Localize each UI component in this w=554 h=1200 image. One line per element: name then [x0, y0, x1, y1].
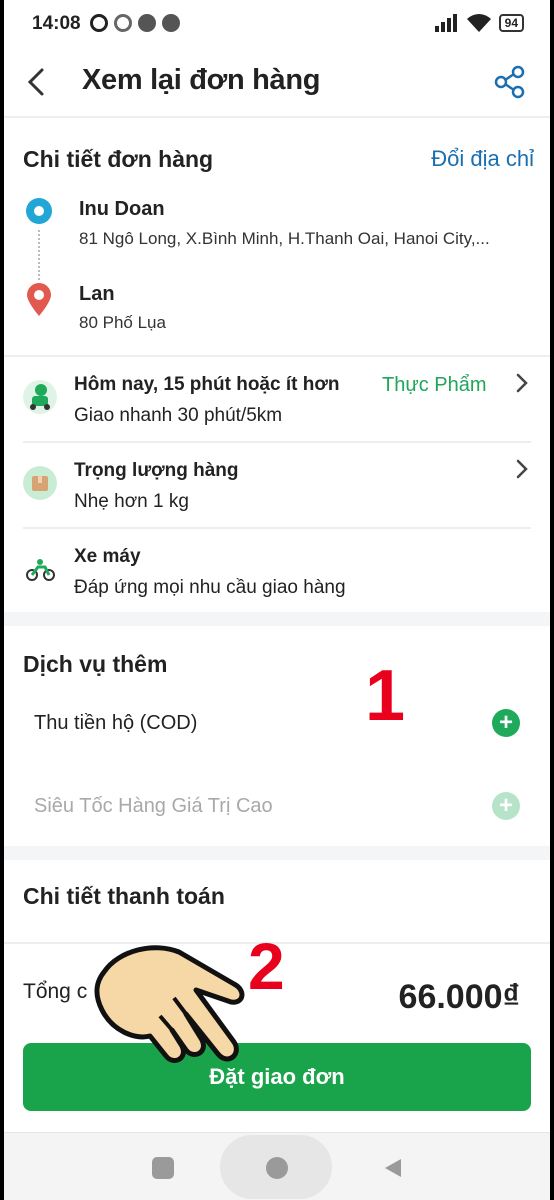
chevron-right-icon	[516, 373, 528, 393]
divider	[23, 441, 531, 443]
cod-service-label: Thu tiền hộ (COD)	[34, 712, 198, 734]
status-time: 14:08	[32, 13, 81, 34]
status-bar: 14:08 94	[4, 0, 550, 50]
pointing-hand-icon	[94, 945, 245, 1063]
back-arrow-icon[interactable]	[20, 62, 56, 102]
dropoff-address: 80 Phố Lụa	[79, 313, 166, 332]
section-separator	[4, 846, 550, 860]
google-icon	[114, 14, 132, 32]
vehicle-title: Xe máy	[74, 546, 141, 567]
chevron-right-icon	[516, 459, 528, 479]
pickup-pin-icon	[26, 198, 52, 224]
total-label: Tổng c	[23, 980, 88, 1003]
divider	[23, 527, 531, 529]
payment-detail-title: Chi tiết thanh toán	[23, 883, 225, 909]
share-icon[interactable]	[492, 64, 528, 100]
dropoff-name: Lan	[79, 283, 115, 305]
pickup-address: 81 Ngô Long, X.Bình Minh, H.Thanh Oai, H…	[79, 229, 490, 248]
add-cod-button[interactable]: +	[492, 709, 520, 737]
package-weight-title: Trọng lượng hàng	[74, 460, 239, 481]
package-icon	[23, 466, 57, 500]
extra-services-title: Dịch vụ thêm	[23, 651, 168, 677]
chrome-icon	[138, 14, 156, 32]
home-icon[interactable]	[266, 1157, 288, 1179]
vehicle-subtitle: Đáp ứng mọi nhu cầu giao hàng	[74, 577, 346, 598]
add-high-value-button[interactable]: +	[492, 792, 520, 820]
section-separator	[4, 612, 550, 626]
recent-apps-icon[interactable]	[152, 1157, 174, 1179]
chrome-icon	[162, 14, 180, 32]
back-icon[interactable]	[381, 1156, 405, 1180]
signal-icon	[434, 14, 457, 32]
change-address-link[interactable]: Đổi địa chỉ	[431, 146, 534, 172]
high-value-service-label: Siêu Tốc Hàng Giá Trị Cao	[34, 795, 273, 817]
notification-icons	[90, 14, 180, 32]
app-screen: 14:08 94 Xem lại đơn hàng Chi tiết đơn h…	[4, 0, 550, 1200]
delivery-time-title: Hôm nay, 15 phút hoặc ít hơn	[74, 374, 340, 395]
wifi-icon	[466, 14, 491, 32]
divider	[4, 355, 550, 357]
package-weight-subtitle: Nhẹ hơn 1 kg	[74, 491, 189, 512]
total-amount: 66.000₫	[398, 978, 520, 1016]
top-app-bar: Xem lại đơn hàng	[4, 50, 550, 118]
system-icons: 94	[434, 14, 524, 32]
system-navigation-bar	[4, 1132, 550, 1200]
delivery-time-subtitle: Giao nhanh 30 phút/5km	[74, 405, 283, 426]
pickup-name: Inu Doan	[79, 198, 165, 220]
order-detail-title: Chi tiết đơn hàng	[23, 146, 214, 172]
annotation-step-1: 1	[365, 656, 406, 736]
page-title: Xem lại đơn hàng	[82, 64, 321, 96]
motorbike-icon	[26, 559, 55, 581]
battery-indicator: 94	[498, 14, 524, 32]
food-category-tag: Thực Phẩm	[382, 374, 487, 396]
route-line	[38, 230, 40, 280]
alarm-icon	[90, 14, 108, 32]
dropoff-pin-icon	[27, 283, 51, 316]
delivery-driver-icon	[23, 380, 57, 414]
